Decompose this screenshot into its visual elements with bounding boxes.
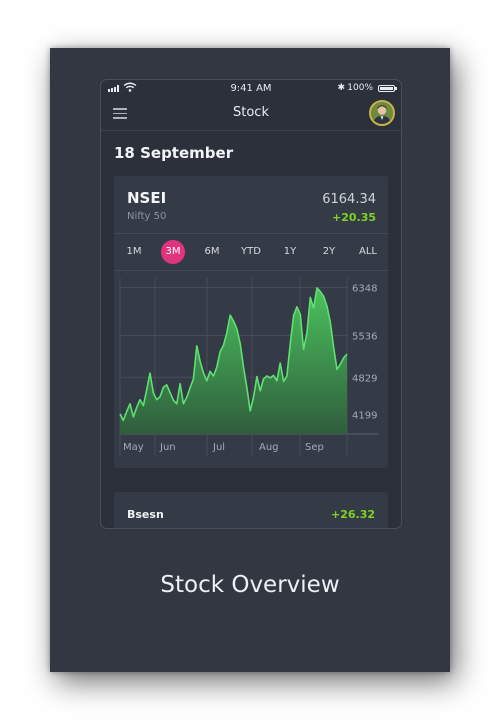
x-tick-label: Sep <box>305 442 324 453</box>
range-tab-ytd[interactable]: YTD <box>239 240 263 264</box>
status-bar: 9:41 AM ✱ 100% <box>101 80 401 98</box>
stock-change: +20.35 <box>331 211 376 224</box>
user-avatar[interactable] <box>369 100 395 126</box>
price-area <box>120 287 347 434</box>
range-tab-1m[interactable]: 1M <box>122 240 146 264</box>
range-tab-1y[interactable]: 1Y <box>278 240 302 264</box>
range-tab-all[interactable]: ALL <box>356 240 380 264</box>
showcase-card: 9:41 AM ✱ 100% Stock 18 September NSEI N… <box>50 48 450 672</box>
range-tab-2y[interactable]: 2Y <box>317 240 341 264</box>
y-tick-label: 6348 <box>352 283 377 294</box>
page-title: Stock <box>233 105 269 120</box>
caption-title: Stock Overview <box>160 572 340 598</box>
stock-card[interactable]: NSEI Nifty 50 6164.34 +20.35 1M 3M 6M YTD 1Y… <box>114 176 388 468</box>
x-tick-label: Jun <box>159 442 176 453</box>
nav-bar: Stock <box>101 98 401 131</box>
price-chart: 6348 5536 4829 4199 May Jun Jul Aug Sep <box>119 278 379 456</box>
x-tick-label: May <box>123 442 144 453</box>
stock-row-change: +26.32 <box>330 508 375 521</box>
stock-row-bsesn[interactable]: Bsesn +26.32 <box>114 492 388 528</box>
battery-percent: 100% <box>347 83 373 93</box>
y-tick-label: 4829 <box>352 373 377 384</box>
range-tab-6m[interactable]: 6M <box>200 240 224 264</box>
stock-price: 6164.34 <box>322 192 376 207</box>
y-tick-label: 5536 <box>352 331 377 342</box>
stock-row-name: Bsesn <box>127 508 164 521</box>
range-tabs: 1M 3M 6M YTD 1Y 2Y ALL <box>114 234 388 270</box>
date-heading: 18 September <box>114 144 234 162</box>
stock-name: Nifty 50 <box>127 211 167 222</box>
x-tick-label: Jul <box>212 442 225 453</box>
x-tick-label: Aug <box>259 442 279 453</box>
y-tick-label: 4199 <box>352 411 377 422</box>
range-tab-3m[interactable]: 3M <box>161 240 185 264</box>
divider <box>114 270 388 271</box>
person-icon <box>371 102 393 124</box>
stock-symbol: NSEI <box>127 189 167 207</box>
battery-icon <box>378 85 397 92</box>
phone-screen: 9:41 AM ✱ 100% Stock 18 September NSEI N… <box>100 79 402 529</box>
bluetooth-icon: ✱ <box>337 83 345 93</box>
